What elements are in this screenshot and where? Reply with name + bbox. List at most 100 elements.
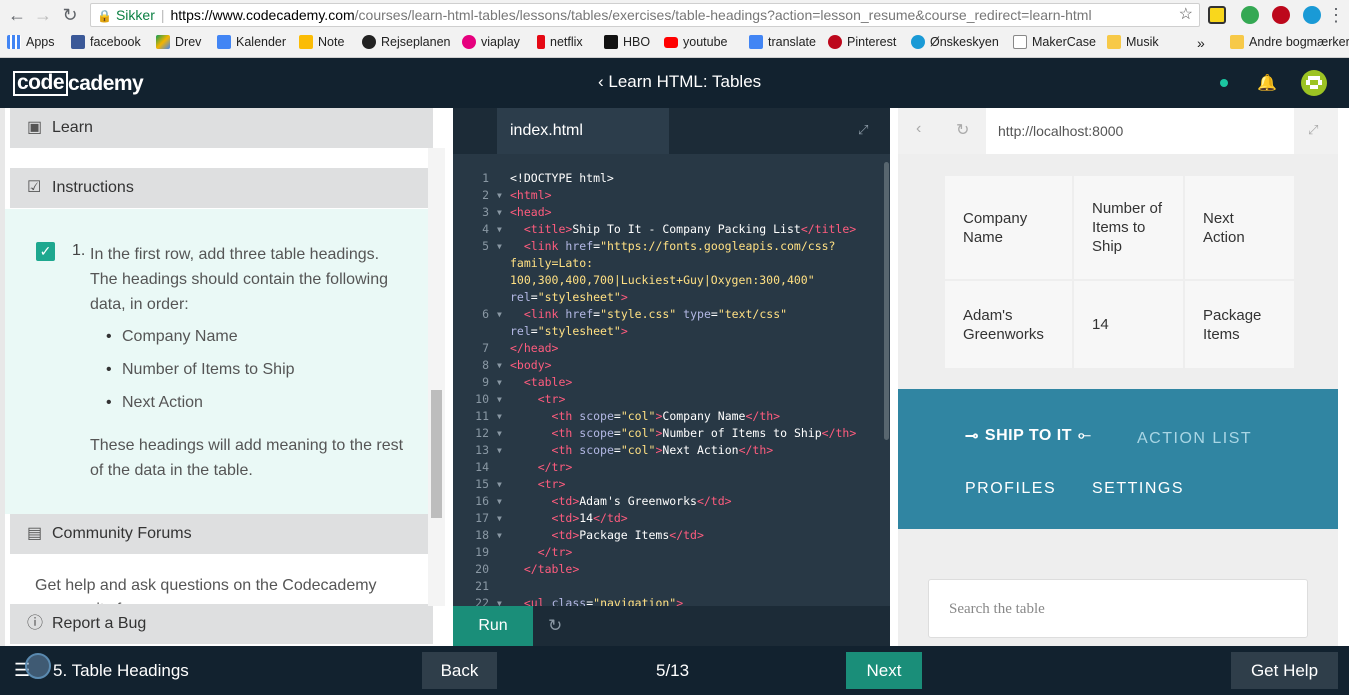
- bookmark-kalender[interactable]: Kalender: [217, 35, 286, 49]
- code-area[interactable]: 1 <!DOCTYPE html> 2 ▼ <html> 3 ▼ <head> 4 ▼ <t…: [453, 170, 883, 606]
- task-complete-checkbox[interactable]: ✓: [36, 242, 55, 261]
- pinterest-extension-icon[interactable]: [1272, 6, 1290, 24]
- folder-icon: [1230, 35, 1244, 49]
- viaplay-icon: [462, 35, 476, 49]
- expand-editor-icon[interactable]: ⤢: [858, 122, 868, 138]
- preview-back-icon[interactable]: ‹: [916, 120, 921, 138]
- preview-reload-icon[interactable]: ↻: [956, 120, 969, 140]
- book-icon: ▣: [27, 119, 43, 136]
- table-cell: Adam's Greenworks: [945, 281, 1072, 368]
- lesson-footer: ☰ 5. Table Headings Back 5/13 Next Get H…: [0, 646, 1349, 695]
- other-bookmarks[interactable]: Andre bogmærker: [1230, 35, 1349, 49]
- get-help-button[interactable]: Get Help: [1231, 652, 1338, 689]
- bookmark-translate[interactable]: translate: [749, 35, 816, 49]
- table-row: Adam's Greenworks 14 Package Items: [945, 281, 1294, 368]
- table-row: Company Name Number of Items to Ship Nex…: [945, 176, 1294, 279]
- bookmark-facebook[interactable]: facebook: [71, 35, 141, 49]
- extension-icon-2[interactable]: [1241, 6, 1259, 24]
- note-icon: [299, 35, 313, 49]
- run-button[interactable]: Run: [453, 606, 533, 646]
- bookmark-label: translate: [768, 35, 816, 49]
- bookmark-label: Ønskeskyen: [930, 35, 999, 49]
- bookmark-drev[interactable]: Drev: [156, 35, 201, 49]
- instructions-header[interactable]: ☑ Instructions: [10, 168, 433, 208]
- bookmarks-bar: Apps facebook Drev Kalender Note Rejsepl…: [0, 31, 1349, 55]
- bookmark-hbo[interactable]: HBO: [604, 35, 650, 49]
- rejseplanen-icon: [362, 35, 376, 49]
- app-header: code cademy ‹ Learn HTML: Tables 🔔: [0, 58, 1349, 108]
- course-title-link[interactable]: ‹ Learn HTML: Tables: [598, 72, 761, 92]
- facebook-icon: [71, 35, 85, 49]
- secure-label: Sikker: [115, 7, 155, 23]
- reset-code-icon[interactable]: ↻: [548, 616, 562, 636]
- instruction-bullet: Next Action: [106, 394, 203, 412]
- nav-action-list[interactable]: ACTION LIST: [1137, 430, 1252, 448]
- bookmark-makercase[interactable]: MakerCase: [1013, 35, 1096, 49]
- community-body: Get help and ask questions on the Codeca…: [5, 554, 428, 604]
- other-bookmarks-label: Andre bogmærker: [1249, 35, 1349, 49]
- bookmark-label: Kalender: [236, 35, 287, 49]
- report-bug-header[interactable]: ⓘ Report a Bug: [10, 604, 433, 644]
- bookmark-label: Drev: [175, 35, 202, 49]
- bookmark-viaplay[interactable]: viaplay: [462, 35, 520, 49]
- ship-to-it-brand[interactable]: ⊸ SHIP TO IT ⟜: [965, 426, 1091, 446]
- lesson-name[interactable]: 5. Table Headings: [53, 661, 189, 681]
- bookmark-rejseplanen[interactable]: Rejseplanen: [362, 35, 451, 49]
- apps-grid-icon: [7, 35, 21, 49]
- bookmark-onskeskyen[interactable]: Ønskeskyen: [911, 35, 999, 49]
- instruction-bullet: Company Name: [106, 328, 238, 346]
- community-text: Get help and ask questions on the Codeca…: [35, 577, 377, 604]
- browser-reload-icon[interactable]: ↻: [59, 4, 81, 26]
- community-forums-header[interactable]: ▤ Community Forums: [10, 514, 433, 554]
- logo-cademy: cademy: [68, 71, 144, 95]
- page-icon: [1013, 35, 1027, 49]
- editor-scrollbar[interactable]: [884, 162, 889, 440]
- bookmark-label: Pinterest: [847, 35, 897, 49]
- search-table-input[interactable]: Search the table: [928, 579, 1308, 638]
- instructions-scrollbar[interactable]: [428, 148, 445, 606]
- instruction-text: In the first row, add three table headin…: [90, 246, 388, 313]
- file-tab-index-html[interactable]: index.html: [497, 108, 669, 154]
- extension-icon-1[interactable]: [1208, 6, 1226, 24]
- step-number: 1.: [72, 242, 86, 259]
- bell-icon[interactable]: 🔔: [1257, 73, 1277, 92]
- netflix-icon: [537, 35, 545, 49]
- preview-url-field[interactable]: http://localhost:8000: [986, 108, 1294, 154]
- code-editor: index.html ⤢ 1 <!DOCTYPE html> 2 ▼ <html> 3…: [453, 108, 890, 646]
- table-header-cell: Number of Items to Ship: [1074, 176, 1183, 279]
- address-bar[interactable]: 🔒 Sikker | https://www.codecademy.com/cours…: [90, 3, 1200, 27]
- calendar-icon: [217, 35, 231, 49]
- bookmark-apps[interactable]: Apps: [7, 35, 55, 49]
- bookmark-youtube[interactable]: youtube: [664, 35, 727, 49]
- browser-forward-icon[interactable]: →: [32, 4, 54, 26]
- bookmark-label: youtube: [683, 35, 728, 49]
- back-button[interactable]: Back: [422, 652, 497, 689]
- codecademy-logo[interactable]: code cademy: [13, 71, 144, 96]
- chat-icon: ▤: [27, 525, 43, 542]
- report-label: Report a Bug: [52, 615, 147, 632]
- learn-tab[interactable]: ▣ Learn: [10, 108, 433, 148]
- browser-back-icon[interactable]: ←: [6, 4, 28, 26]
- next-button[interactable]: Next: [846, 652, 922, 689]
- table-header-cell: Next Action: [1185, 176, 1294, 279]
- browser-menu-icon[interactable]: ⋮: [1325, 4, 1347, 26]
- instructions-scrollbar-thumb[interactable]: [431, 390, 442, 518]
- learn-label: Learn: [52, 119, 93, 136]
- avatar[interactable]: [1301, 70, 1327, 96]
- bookmark-note[interactable]: Note: [299, 35, 344, 49]
- expand-preview-icon[interactable]: ⤢: [1308, 122, 1318, 138]
- bookmark-label: Note: [318, 35, 345, 49]
- instructions-label: Instructions: [52, 179, 134, 196]
- bookmark-label: Musik: [1126, 35, 1159, 49]
- nav-profiles[interactable]: PROFILES: [965, 480, 1056, 498]
- bookmarks-overflow[interactable]: »: [1197, 35, 1205, 51]
- bookmark-label: MakerCase: [1032, 35, 1096, 49]
- bookmark-label: netflix: [550, 35, 583, 49]
- extension-icon-4[interactable]: [1303, 6, 1321, 24]
- nav-settings[interactable]: SETTINGS: [1092, 480, 1184, 498]
- bookmark-pinterest[interactable]: Pinterest: [828, 35, 896, 49]
- bookmark-netflix[interactable]: netflix: [537, 35, 583, 49]
- help-circle-icon: ⓘ: [27, 615, 44, 632]
- bookmark-musik[interactable]: Musik: [1107, 35, 1159, 49]
- bookmark-star-icon[interactable]: ☆: [1179, 4, 1193, 26]
